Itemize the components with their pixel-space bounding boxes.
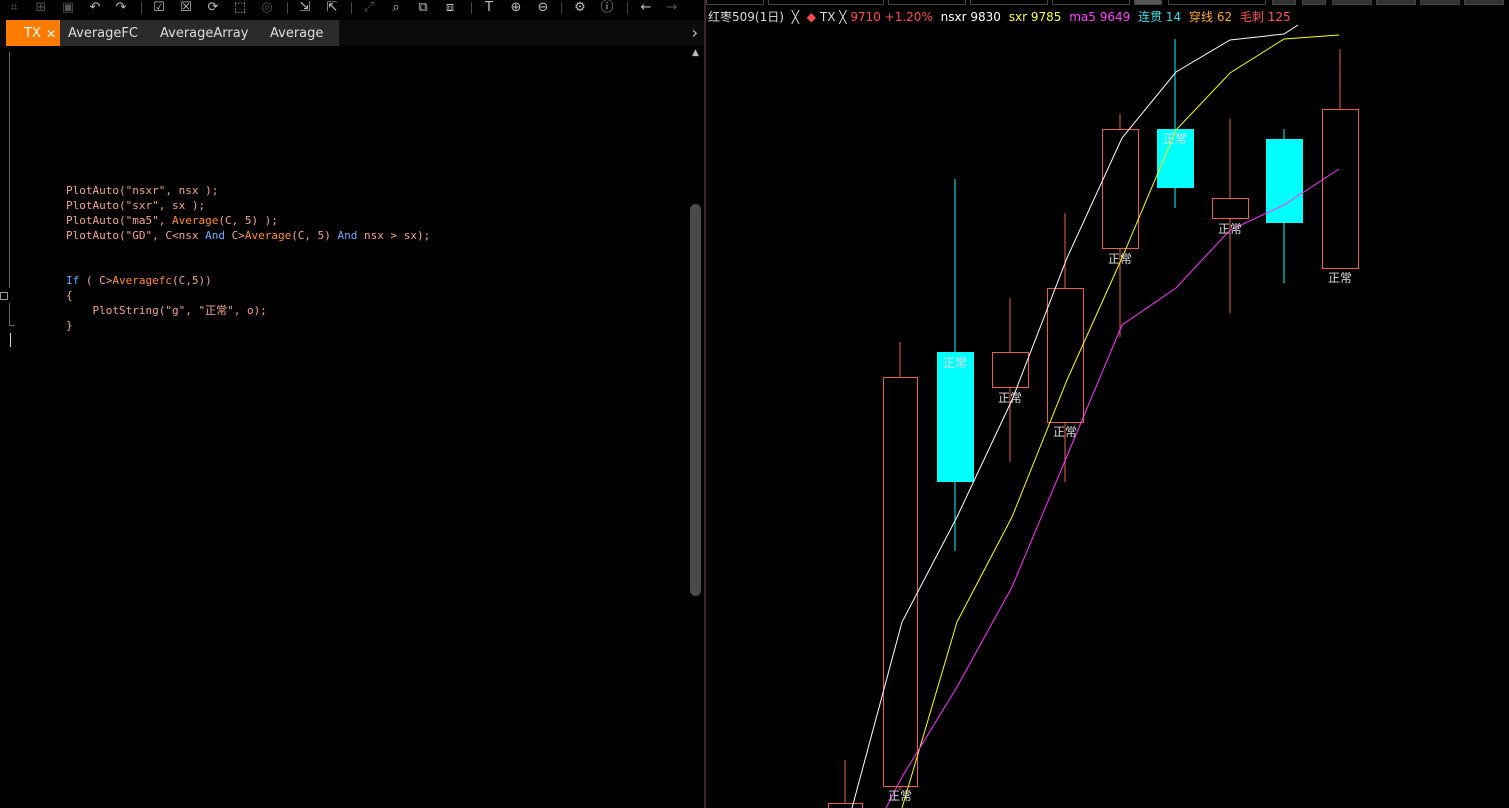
toolbar-separator xyxy=(471,2,472,14)
code-line: PlotAuto("ma5", Average(C, 5) ); xyxy=(66,214,278,227)
chevron-right-icon[interactable]: › xyxy=(692,23,698,42)
search-icon[interactable]: ⌕ xyxy=(387,0,405,16)
chuanxian-value: 穿线 62 xyxy=(1189,10,1233,24)
candle-body xyxy=(828,803,863,808)
crop-icon[interactable]: ⌗ xyxy=(5,0,23,16)
export-icon[interactable]: ⇱ xyxy=(323,0,341,16)
nsxr-value: nsxr 9830 xyxy=(940,10,1001,24)
close-x-icon[interactable]: ╳ xyxy=(839,10,846,24)
candle-label: 正常 xyxy=(1218,222,1242,236)
toolbar-separator xyxy=(141,2,142,14)
code-line: If ( C>Averagefc(C,5)) xyxy=(66,274,212,287)
candle-body xyxy=(1322,109,1359,269)
ma5-value: ma5 9649 xyxy=(1069,10,1131,24)
candle-body xyxy=(937,352,974,482)
scroll-up-icon[interactable]: ▲ xyxy=(692,48,699,58)
strategy-label: TX xyxy=(819,10,836,24)
lianguan-value: 连贯 14 xyxy=(1138,10,1182,24)
tab-average[interactable]: Average xyxy=(262,20,340,46)
toolbar-separator xyxy=(351,2,352,14)
stop-icon[interactable]: ◎ xyxy=(258,0,276,16)
code-line: PlotAuto("sxr", sx ); xyxy=(66,199,206,212)
candle-label: 正常 xyxy=(1328,271,1352,285)
candle-label: 正常 xyxy=(998,391,1022,405)
fold-marker[interactable] xyxy=(0,292,8,300)
code-line: { xyxy=(66,289,73,302)
forward-arrow-icon[interactable]: → xyxy=(663,0,681,16)
text-cursor xyxy=(10,333,11,347)
save-icon[interactable]: ▣ xyxy=(59,0,77,16)
info-icon[interactable]: ⓘ xyxy=(598,0,616,16)
tab-averagearray[interactable]: AverageArray xyxy=(152,20,263,46)
toolbar-separator xyxy=(287,2,288,14)
gutter-fold-end xyxy=(9,325,15,326)
tab-label: Average xyxy=(270,26,324,41)
find-replace-icon[interactable]: ⧉ xyxy=(414,0,432,16)
tab-label: AverageArray xyxy=(160,26,249,41)
candle-label: 正常 xyxy=(943,356,967,370)
candle-label: 正常 xyxy=(1163,132,1187,146)
new-file-icon[interactable]: ⊞ xyxy=(32,0,50,16)
chart-legend-header: 红枣509(1日) ╳ ◆ TX ╳ 9710 +1.20% nsxr 9830… xyxy=(708,9,1295,25)
diamond-icon: ◆ xyxy=(806,10,817,24)
code-line: } xyxy=(66,319,73,332)
close-icon[interactable]: ✕ xyxy=(46,20,56,48)
candle-body xyxy=(1212,198,1249,219)
symbol-label: 红枣509(1日) xyxy=(708,10,784,24)
toolbar-separator xyxy=(561,2,562,14)
editor-toolbar: ⌗ ⊞ ▣ ↶ ↷ ☑ ☒ ⟳ ⬚ ◎ ⇲ ⇱ ⤢ ⌕ ⧉ ⧈ T ⊕ ⊖ ⚙ ⓘ ← → xyxy=(0,0,704,18)
settings-icon[interactable]: ⚙ xyxy=(571,0,589,16)
code-line: PlotString("g", "正常", o); xyxy=(66,304,267,317)
code-editor-pane: ⌗ ⊞ ▣ ↶ ↷ ☑ ☒ ⟳ ⬚ ◎ ⇲ ⇱ ⤢ ⌕ ⧉ ⧈ T ⊕ ⊖ ⚙ ⓘ ← → TX ✕ AverageFC A… xyxy=(0,0,704,808)
undo-icon[interactable]: ↶ xyxy=(86,0,104,16)
tab-tx[interactable]: TX ✕ xyxy=(6,20,63,46)
code-line: PlotAuto("GD", C<nsx And C>Average(C, 5)… xyxy=(66,229,431,242)
close-x-icon[interactable]: ╳ xyxy=(792,10,799,24)
gutter-line xyxy=(9,52,10,288)
search-file-icon[interactable]: ⧈ xyxy=(441,0,459,16)
back-arrow-icon[interactable]: ← xyxy=(637,0,655,16)
expand-icon[interactable]: ⤢ xyxy=(360,0,378,16)
toolbar-separator xyxy=(627,2,628,14)
candle-label: 正常 xyxy=(888,789,912,803)
tab-label: TX xyxy=(24,26,41,41)
tab-averagefc[interactable]: AverageFC xyxy=(60,20,153,46)
refresh-icon[interactable]: ⟳ xyxy=(204,0,222,16)
dashed-check-icon[interactable]: ⬚ xyxy=(231,0,249,16)
gutter-line xyxy=(9,303,10,325)
zoom-in-icon[interactable]: ⊕ xyxy=(507,0,525,16)
chart-pane[interactable]: 正常 正常 正常 正常 正常 正常 正常 正常 红枣509(1日) ╳ ◆ TX ╳ 9710… xyxy=(706,0,1509,808)
zoom-out-icon[interactable]: ⊖ xyxy=(534,0,552,16)
candlestick-chart[interactable]: 正常正常正常正常正常正常正常正常 xyxy=(706,0,1509,808)
vertical-scrollbar[interactable] xyxy=(690,204,701,596)
candle-label: 正常 xyxy=(1053,425,1077,439)
redo-icon[interactable]: ↷ xyxy=(112,0,130,16)
maoci-value: 毛刺 125 xyxy=(1239,10,1291,24)
candle-label: 正常 xyxy=(1108,252,1132,266)
code-line: PlotAuto("nsxr", nsx ); xyxy=(66,184,219,197)
check-icon[interactable]: ☑ xyxy=(150,0,168,16)
import-icon[interactable]: ⇲ xyxy=(296,0,314,16)
price-change: 9710 +1.20% xyxy=(850,10,933,24)
text-cursor-icon[interactable]: T xyxy=(480,0,498,16)
sxr-value: sxr 9785 xyxy=(1008,10,1062,24)
line-series-nsxr xyxy=(851,24,1299,808)
tab-label: AverageFC xyxy=(68,26,138,41)
tab-bar: TX ✕ AverageFC AverageArray Average › xyxy=(0,20,704,46)
clipboard-check-icon[interactable]: ☒ xyxy=(177,0,195,16)
candle-body xyxy=(883,377,918,787)
